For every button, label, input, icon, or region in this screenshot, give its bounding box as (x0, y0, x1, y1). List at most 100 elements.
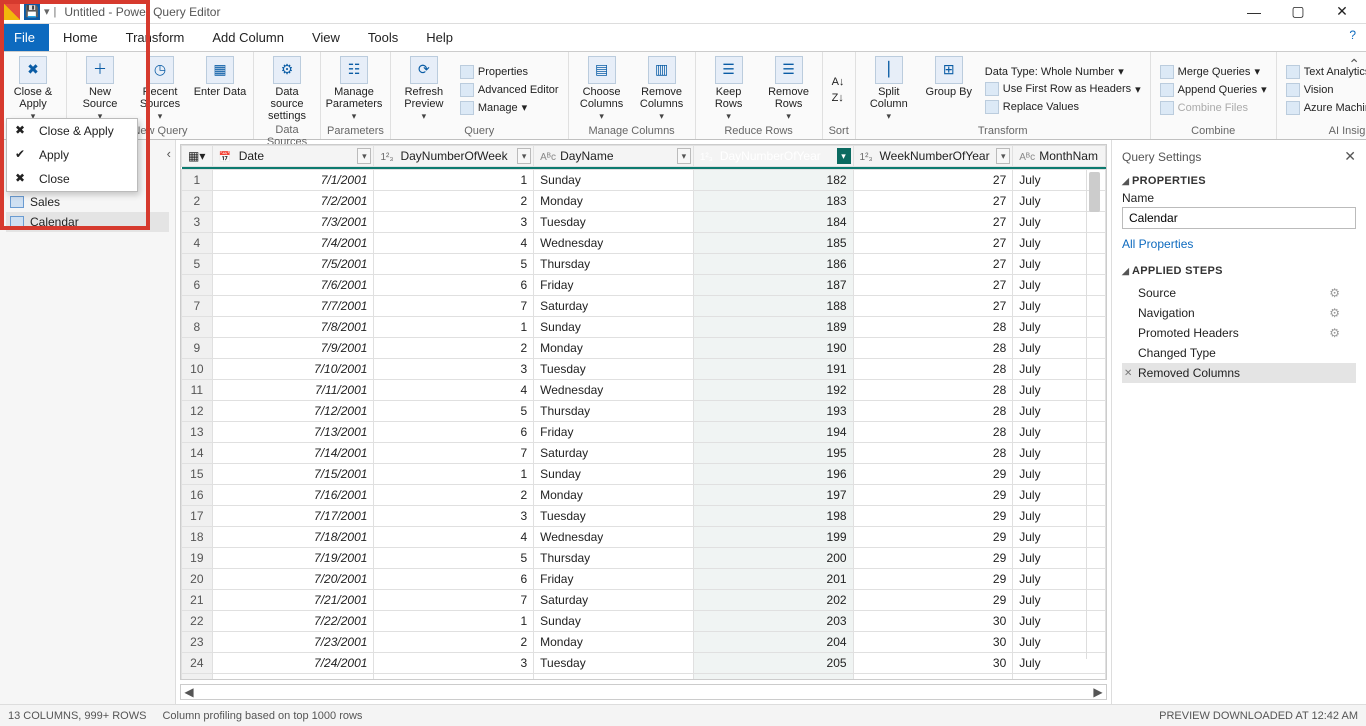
data-source-settings-button[interactable]: ⚙Data source settings (260, 56, 314, 122)
cell-dayname[interactable]: Thursday (534, 401, 694, 422)
sort-desc-button[interactable]: Z↓ (829, 91, 848, 105)
cell-date[interactable]: 7/5/2001 (212, 254, 374, 275)
cell-woy[interactable]: 29 (853, 485, 1013, 506)
cell-doy[interactable]: 199 (693, 527, 853, 548)
cell-doy[interactable]: 183 (693, 191, 853, 212)
azure-ml-button[interactable]: Azure Machine Learning (1283, 100, 1366, 116)
cell-doy[interactable]: 197 (693, 485, 853, 506)
cell-dayname[interactable] (534, 674, 694, 681)
collapse-queries-icon[interactable]: ‹ (167, 146, 171, 161)
cell-woy[interactable]: 29 (853, 548, 1013, 569)
row-number[interactable]: 11 (182, 380, 213, 401)
advanced-editor-button[interactable]: Advanced Editor (457, 82, 562, 98)
cell-date[interactable]: 7/12/2001 (212, 401, 374, 422)
cell-doy[interactable]: 182 (693, 170, 853, 191)
cell-doy[interactable]: 186 (693, 254, 853, 275)
cell-date[interactable]: 7/1/2001 (212, 170, 374, 191)
cell-dow[interactable]: 1 (374, 464, 534, 485)
filter-icon[interactable]: ▾ (996, 148, 1010, 164)
cell-woy[interactable]: 27 (853, 233, 1013, 254)
tab-transform[interactable]: Transform (112, 24, 199, 51)
cell-woy[interactable]: 27 (853, 275, 1013, 296)
cell-date[interactable]: 7/20/2001 (212, 569, 374, 590)
filter-icon[interactable]: ▾ (677, 148, 691, 164)
append-queries-button[interactable]: Append Queries ▾ (1157, 82, 1270, 98)
cell-dow[interactable] (374, 674, 534, 681)
cell-date[interactable]: 7/9/2001 (212, 338, 374, 359)
cell-doy[interactable]: 190 (693, 338, 853, 359)
cell-month[interactable] (1013, 674, 1106, 681)
col-date[interactable]: 📅Date▾ (212, 146, 374, 167)
cell-doy[interactable]: 184 (693, 212, 853, 233)
col-monthname[interactable]: AᴮcMonthNam (1013, 146, 1106, 167)
enter-data-button[interactable]: ▦Enter Data (193, 56, 247, 123)
query-item-calendar[interactable]: Calendar (6, 212, 169, 232)
cell-woy[interactable]: 27 (853, 191, 1013, 212)
row-number[interactable]: 25 (182, 674, 213, 681)
row-number[interactable]: 8 (182, 317, 213, 338)
all-properties-link[interactable]: All Properties (1122, 237, 1193, 251)
step-changed-type[interactable]: Changed Type (1122, 343, 1356, 363)
filter-icon[interactable]: ▾ (837, 148, 851, 164)
refresh-preview-button[interactable]: ⟳Refresh Preview▾ (397, 56, 451, 123)
table-corner[interactable]: ▦▾ (182, 146, 213, 167)
table-row[interactable]: 17/1/20011Sunday18227July (182, 170, 1106, 191)
data-grid[interactable]: ▦▾ 📅Date▾ 1²₃DayNumberOfWeek▾ AᴮcDayName… (180, 144, 1107, 680)
cell-dayname[interactable]: Saturday (534, 296, 694, 317)
cell-dow[interactable]: 1 (374, 611, 534, 632)
new-source-button[interactable]: ＋New Source▾ (73, 56, 127, 123)
keep-rows-button[interactable]: ☰Keep Rows▾ (702, 56, 756, 123)
row-number[interactable]: 12 (182, 401, 213, 422)
cell-date[interactable]: 7/8/2001 (212, 317, 374, 338)
table-row[interactable]: 27/2/20012Monday18327July (182, 191, 1106, 212)
cell-dow[interactable]: 6 (374, 422, 534, 443)
table-row[interactable]: 87/8/20011Sunday18928July (182, 317, 1106, 338)
table-row[interactable]: 137/13/20016Friday19428July (182, 422, 1106, 443)
col-daynumberofyear[interactable]: 1²₃DayNumberOfYear▾ (693, 146, 853, 167)
merge-queries-button[interactable]: Merge Queries ▾ (1157, 64, 1270, 80)
cell-dow[interactable]: 1 (374, 170, 534, 191)
cell-woy[interactable]: 28 (853, 317, 1013, 338)
cell-date[interactable]: 7/18/2001 (212, 527, 374, 548)
table-row[interactable]: 25 (182, 674, 1106, 681)
tab-view[interactable]: View (298, 24, 354, 51)
cell-woy[interactable]: 28 (853, 401, 1013, 422)
cell-woy[interactable]: 28 (853, 380, 1013, 401)
cell-dayname[interactable]: Wednesday (534, 380, 694, 401)
cell-doy[interactable]: 188 (693, 296, 853, 317)
split-column-button[interactable]: ⎮Split Column▾ (862, 56, 916, 123)
qat-dropdown-icon[interactable]: ▾ (44, 5, 50, 18)
cell-dayname[interactable]: Tuesday (534, 212, 694, 233)
table-row[interactable]: 47/4/20014Wednesday18527July (182, 233, 1106, 254)
cell-dayname[interactable]: Tuesday (534, 359, 694, 380)
cell-date[interactable]: 7/23/2001 (212, 632, 374, 653)
vertical-scrollbar[interactable] (1086, 170, 1102, 659)
row-number[interactable]: 15 (182, 464, 213, 485)
cell-dow[interactable]: 1 (374, 317, 534, 338)
sort-asc-button[interactable]: A↓ (829, 75, 848, 89)
close-window-button[interactable]: ✕ (1322, 1, 1362, 23)
cell-dayname[interactable]: Saturday (534, 590, 694, 611)
table-row[interactable]: 217/21/20017Saturday20229July (182, 590, 1106, 611)
table-row[interactable]: 177/17/20013Tuesday19829July (182, 506, 1106, 527)
row-number[interactable]: 3 (182, 212, 213, 233)
cell-dow[interactable]: 2 (374, 632, 534, 653)
cell-doy[interactable]: 202 (693, 590, 853, 611)
cell-doy[interactable]: 198 (693, 506, 853, 527)
tab-tools[interactable]: Tools (354, 24, 412, 51)
step-promoted-headers[interactable]: Promoted Headers⚙ (1122, 323, 1356, 343)
row-number[interactable]: 7 (182, 296, 213, 317)
scroll-right-icon[interactable]: ▶ (1090, 685, 1106, 699)
cell-dow[interactable]: 2 (374, 485, 534, 506)
cell-woy[interactable]: 27 (853, 296, 1013, 317)
data-type-button[interactable]: Data Type: Whole Number ▾ (982, 64, 1144, 79)
first-row-headers-button[interactable]: Use First Row as Headers ▾ (982, 81, 1144, 97)
cell-doy[interactable]: 189 (693, 317, 853, 338)
row-number[interactable]: 6 (182, 275, 213, 296)
query-item-sales[interactable]: Sales (6, 192, 169, 212)
cell-doy[interactable]: 201 (693, 569, 853, 590)
row-number[interactable]: 23 (182, 632, 213, 653)
col-daynumberofweek[interactable]: 1²₃DayNumberOfWeek▾ (374, 146, 534, 167)
cell-woy[interactable]: 28 (853, 359, 1013, 380)
table-row[interactable]: 207/20/20016Friday20129July (182, 569, 1106, 590)
